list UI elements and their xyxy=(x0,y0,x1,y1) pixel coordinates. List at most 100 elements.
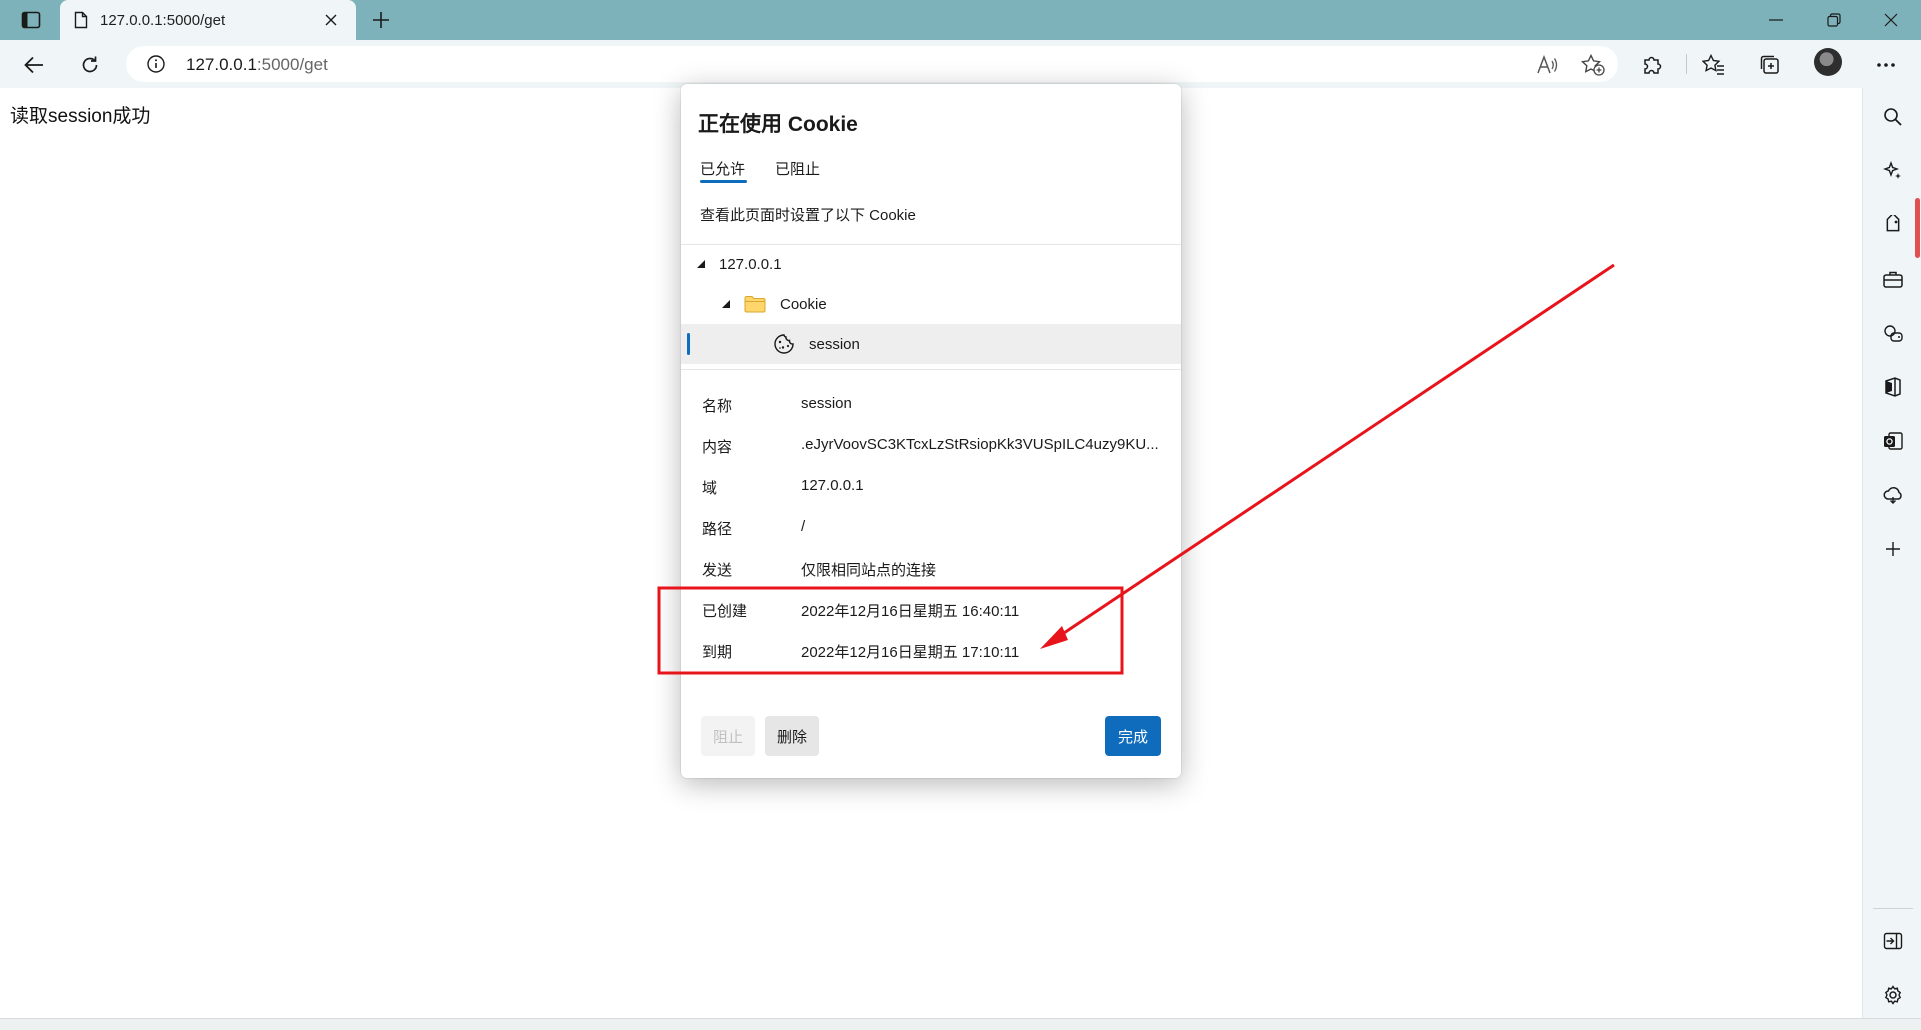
done-button[interactable]: 完成 xyxy=(1105,716,1161,756)
read-aloud-button[interactable] xyxy=(1534,52,1560,78)
page-body-text: 读取session成功 xyxy=(10,106,151,127)
prop-path-label: 路径 xyxy=(702,521,733,538)
sidebar-outlook-button[interactable] xyxy=(1878,426,1908,456)
outlook-icon xyxy=(1884,432,1903,450)
prop-name-value: session xyxy=(801,395,852,412)
address-bar[interactable]: 127.0.0.1:5000/get xyxy=(126,46,1618,82)
sidebar-drop-button[interactable] xyxy=(1878,480,1908,510)
prop-created-label: 已创建 xyxy=(702,603,748,620)
block-button[interactable]: 阻止 xyxy=(701,716,755,756)
sidebar-scroll-indicator[interactable] xyxy=(1915,198,1920,258)
folder-icon xyxy=(744,296,766,313)
tree-item-folder[interactable]: Cookie xyxy=(681,284,1181,324)
prop-send-label: 发送 xyxy=(702,562,733,579)
active-tab-indicator xyxy=(700,180,747,183)
sidebar-search-button[interactable] xyxy=(1878,102,1908,132)
sidebar-add-button[interactable] xyxy=(1878,534,1908,564)
url-host: 127.0.0.1 xyxy=(186,55,257,74)
sidebar-games-button[interactable] xyxy=(1878,318,1908,348)
profile-avatar[interactable] xyxy=(1814,48,1842,76)
back-arrow-icon xyxy=(24,56,43,74)
minimize-button[interactable] xyxy=(1756,6,1796,34)
sidebar-tools-button[interactable] xyxy=(1878,264,1908,294)
active-tab[interactable]: 127.0.0.1:5000/get xyxy=(60,0,356,40)
tab-strip: 127.0.0.1:5000/get xyxy=(0,0,1921,40)
page-icon xyxy=(74,11,88,29)
prop-domain-value: 127.0.0.1 xyxy=(801,477,864,494)
sidebar-office-button[interactable] xyxy=(1878,372,1908,402)
divider xyxy=(681,369,1181,370)
new-tab-button[interactable] xyxy=(368,7,394,33)
star-plus-icon xyxy=(1581,54,1605,76)
sidebar-shopping-button[interactable] xyxy=(1878,210,1908,240)
prop-domain-label: 域 xyxy=(702,480,718,497)
tree-folder-label: Cookie xyxy=(780,295,827,313)
office-icon xyxy=(1885,377,1901,397)
info-icon[interactable] xyxy=(146,54,166,74)
tree-item-site[interactable]: 127.0.0.1 xyxy=(681,244,1181,284)
search-icon xyxy=(1884,108,1902,126)
collections-icon xyxy=(1760,55,1779,74)
plus-icon xyxy=(1886,542,1900,556)
refresh-icon xyxy=(82,56,98,73)
plus-icon xyxy=(373,12,389,28)
minimize-icon xyxy=(1769,19,1783,21)
settings-more-button[interactable] xyxy=(1870,49,1902,81)
url-text[interactable]: 127.0.0.1:5000/get xyxy=(186,55,328,75)
sparkle-icon xyxy=(1883,161,1901,179)
favorites-icon xyxy=(1702,54,1724,75)
tree-item-cookie[interactable]: session xyxy=(681,324,1181,364)
prop-name-label: 名称 xyxy=(702,398,733,415)
gear-icon xyxy=(1884,985,1902,1005)
toolbar-separator xyxy=(1686,54,1687,74)
add-favorite-button[interactable] xyxy=(1580,52,1606,78)
sidebar-settings-button[interactable] xyxy=(1878,980,1908,1010)
read-aloud-icon xyxy=(1537,55,1558,74)
tag-icon xyxy=(1886,215,1900,232)
more-icon xyxy=(1877,63,1895,67)
puzzle-icon xyxy=(1644,56,1662,74)
extensions-button[interactable] xyxy=(1636,49,1668,81)
expanded-triangle-icon xyxy=(697,260,705,268)
bottom-status-strip xyxy=(0,1018,1921,1030)
refresh-button[interactable] xyxy=(74,49,106,81)
games-icon xyxy=(1884,325,1903,342)
collections-button[interactable] xyxy=(1754,49,1786,81)
prop-path-value: / xyxy=(801,518,806,535)
cookies-in-use-dialog: 正在使用 Cookie 已允许 已阻止 查看此页面时设置了以下 Cookie 1… xyxy=(681,84,1181,778)
prop-expires-value: 2022年12月16日星期五 17:10:11 xyxy=(801,644,1020,661)
tab-close-button[interactable] xyxy=(320,9,342,31)
prop-expires-label: 到期 xyxy=(702,644,733,661)
dialog-title: 正在使用 Cookie xyxy=(698,113,858,136)
close-window-button[interactable] xyxy=(1871,6,1911,34)
prop-content-value: .eJyrVoovSC3KTcxLzStRsiopKk3VUSpILC4uzy9… xyxy=(801,436,1159,453)
hide-sidebar-icon xyxy=(1883,932,1903,950)
restore-button[interactable] xyxy=(1814,6,1854,34)
tab-allowed[interactable]: 已允许 xyxy=(700,158,745,179)
close-icon xyxy=(1884,13,1898,27)
tab-actions-icon xyxy=(21,11,41,29)
tab-blocked[interactable]: 已阻止 xyxy=(775,158,820,179)
url-path: :5000/get xyxy=(256,55,328,74)
restore-icon xyxy=(1827,13,1841,27)
cookie-icon xyxy=(774,334,794,354)
sidebar-copilot-button[interactable] xyxy=(1878,156,1908,186)
back-button[interactable] xyxy=(18,49,50,81)
close-icon xyxy=(325,14,337,26)
sidebar-hide-button[interactable] xyxy=(1878,926,1908,956)
tree-site-label: 127.0.0.1 xyxy=(719,255,782,273)
prop-content-label: 内容 xyxy=(702,439,733,456)
prop-send-value: 仅限相同站点的连接 xyxy=(801,562,937,579)
tree-cookie-label: session xyxy=(809,335,860,353)
favorites-button[interactable] xyxy=(1698,49,1730,81)
selection-indicator xyxy=(687,333,690,355)
drop-icon xyxy=(1883,486,1902,504)
sidebar-divider xyxy=(1873,908,1913,909)
prop-created-value: 2022年12月16日星期五 16:40:11 xyxy=(801,603,1020,620)
toolbar: 127.0.0.1:5000/get xyxy=(0,40,1921,88)
delete-button[interactable]: 删除 xyxy=(765,716,819,756)
expanded-triangle-icon xyxy=(722,300,730,308)
edge-sidebar xyxy=(1862,88,1921,1018)
dialog-description: 查看此页面时设置了以下 Cookie xyxy=(700,207,916,224)
tab-actions-button[interactable] xyxy=(12,7,50,33)
